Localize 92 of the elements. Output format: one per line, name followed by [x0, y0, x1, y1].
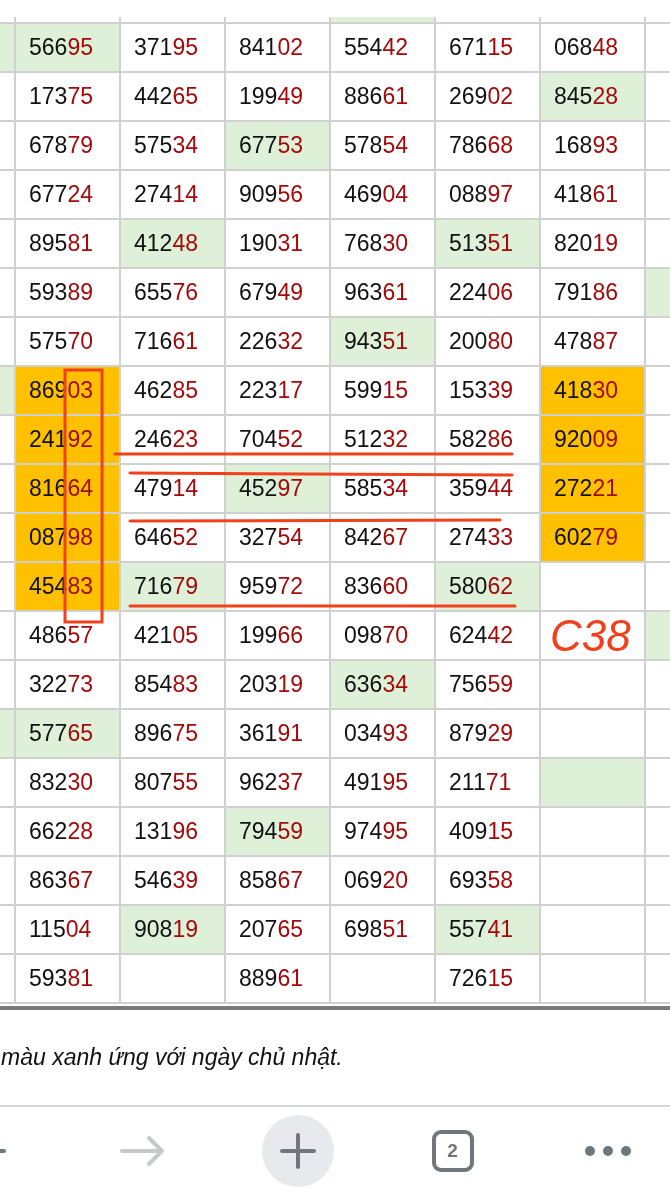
table-cell: 36191	[226, 710, 331, 759]
table-cell: 27221	[541, 465, 646, 514]
table-cell: 46285	[121, 367, 226, 416]
table-cell: 59381	[16, 955, 121, 1004]
table-cell	[0, 73, 16, 122]
table-cell: 72615	[436, 955, 541, 1004]
table-cell: 87929	[436, 710, 541, 759]
table-cell: 66228	[16, 808, 121, 857]
table-cell: 48657	[16, 612, 121, 661]
table-cell: 90956	[226, 171, 331, 220]
table-cell: 24623	[121, 416, 226, 465]
table-cell	[0, 955, 16, 1004]
table-cell: 79459	[226, 808, 331, 857]
table-cell: 84528	[541, 73, 646, 122]
table-cell: 22406	[436, 269, 541, 318]
table-cell: 75659	[436, 661, 541, 710]
table-cell: 49195	[331, 759, 436, 808]
table-cell: 40915	[436, 808, 541, 857]
table-cell: 63634	[331, 661, 436, 710]
table-cell: 90819	[121, 906, 226, 955]
table-cell: 83230	[16, 759, 121, 808]
table-cell: 55442	[331, 24, 436, 73]
table-cell: 80755	[121, 759, 226, 808]
table-cell: 51232	[331, 416, 436, 465]
table-cell: 89675	[121, 710, 226, 759]
table-cell: 88661	[331, 73, 436, 122]
table-cell: 16893	[541, 122, 646, 171]
table-cell: 56695	[16, 24, 121, 73]
table-cell: 41248	[121, 220, 226, 269]
table-cell: 41830	[541, 367, 646, 416]
table-cell: 58062	[436, 563, 541, 612]
more-icon[interactable]	[583, 1144, 632, 1157]
table-cell: 19031	[226, 220, 331, 269]
table-cell: 45483	[16, 563, 121, 612]
table-cell: 67949	[226, 269, 331, 318]
table-cell	[0, 808, 16, 857]
caption-text: màu xanh ứng với ngày chủ nhật.	[1, 1044, 343, 1071]
table-cell: 95972	[226, 563, 331, 612]
table-cell: 44265	[121, 73, 226, 122]
table-cell	[0, 269, 16, 318]
table-cell: 17375	[16, 73, 121, 122]
table-cell: 57765	[16, 710, 121, 759]
table-cell: 45297	[226, 465, 331, 514]
table-cell: 24192	[16, 416, 121, 465]
table-cell: 67724	[16, 171, 121, 220]
table-cell: 03493	[331, 710, 436, 759]
table-cell: 88961	[226, 955, 331, 1004]
table-cell: 85867	[226, 857, 331, 906]
table-cell	[0, 906, 16, 955]
table-cell: 97495	[331, 808, 436, 857]
table-cell: 20080	[436, 318, 541, 367]
table-cell: 67753	[226, 122, 331, 171]
table-cell: 71679	[121, 563, 226, 612]
table-cell: 85483	[121, 661, 226, 710]
table-cell: 59389	[16, 269, 121, 318]
table-cell: 84102	[226, 24, 331, 73]
plus-icon	[277, 1130, 318, 1171]
table-cell	[0, 612, 16, 661]
table-cell	[0, 857, 16, 906]
table-cell: 92009	[541, 416, 646, 465]
table-cell: 08798	[16, 514, 121, 563]
table-cell: 65576	[121, 269, 226, 318]
table-cell: 67879	[16, 122, 121, 171]
table-cell: 62442	[436, 612, 541, 661]
table-cell: 06920	[331, 857, 436, 906]
table-cell	[0, 220, 16, 269]
table-cell: 78668	[436, 122, 541, 171]
tab-count-button[interactable]: 2	[431, 1129, 474, 1172]
table-cell: 51351	[436, 220, 541, 269]
table-cell: 32754	[226, 514, 331, 563]
table-cell: 82019	[541, 220, 646, 269]
table-cell	[0, 759, 16, 808]
table-cell: 41861	[541, 171, 646, 220]
table-cell: 67115	[436, 24, 541, 73]
table-cell: 94351	[331, 318, 436, 367]
table-cell: 37195	[121, 24, 226, 73]
table-cell: 71661	[121, 318, 226, 367]
handwritten-note: C38	[550, 613, 631, 658]
table-cell: 22317	[226, 367, 331, 416]
table-cell: 60279	[541, 514, 646, 563]
table-cell: 59915	[331, 367, 436, 416]
table-cell: 58534	[331, 465, 436, 514]
table-cell: 86367	[16, 857, 121, 906]
table-cell	[0, 122, 16, 171]
table-cell	[0, 171, 16, 220]
table-cell: 19966	[226, 612, 331, 661]
table-cell: 42105	[121, 612, 226, 661]
table-cell: 57854	[331, 122, 436, 171]
table-cell: 84267	[331, 514, 436, 563]
table-cell: 46904	[331, 171, 436, 220]
table-cell: 55741	[436, 906, 541, 955]
table-cell: 20765	[226, 906, 331, 955]
